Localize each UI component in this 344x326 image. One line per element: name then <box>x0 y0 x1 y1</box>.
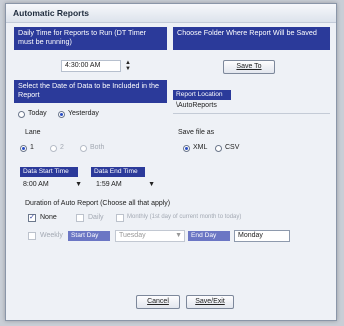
today-label: Today <box>28 110 47 117</box>
yesterday-label: Yesterday <box>68 110 99 117</box>
date-select-header: Select the Date of Data to be Included i… <box>14 80 167 103</box>
daily-checkbox[interactable] <box>76 214 84 222</box>
csv-label: CSV <box>225 144 240 151</box>
weekly-checkbox[interactable] <box>28 232 36 240</box>
start-day-dropdown-icon[interactable]: ▼ <box>175 231 182 241</box>
save-file-label: Save file as <box>178 129 215 136</box>
end-time-tag: Data End Time <box>91 167 145 177</box>
start-time-select[interactable]: 8:00 AM ▼ <box>20 180 84 192</box>
xml-radio[interactable] <box>183 145 190 152</box>
report-location-value: \AutoReports <box>176 102 217 109</box>
start-time-dropdown-icon[interactable]: ▼ <box>75 180 82 190</box>
lane-1-radio[interactable] <box>20 145 27 152</box>
start-day-value: Tuesday <box>119 232 146 239</box>
lane-2-label: 2 <box>60 144 64 151</box>
automatic-reports-window: Automatic Reports Daily Time for Reports… <box>5 3 337 321</box>
end-time-select[interactable]: 1:59 AM ▼ <box>93 180 157 192</box>
end-day-field[interactable]: Monday <box>234 230 290 242</box>
report-location-tag: Report Location <box>173 90 231 100</box>
end-day-value: Monday <box>238 232 263 239</box>
save-to-label: Save To <box>236 63 262 70</box>
daily-time-value: 4:30:00 AM <box>65 62 101 69</box>
end-day-tag: End Day <box>188 231 230 241</box>
time-spinner[interactable]: ▲ ▼ <box>125 60 131 72</box>
folder-header: Choose Folder Where Report Will be Saved <box>173 27 330 50</box>
save-exit-label: Save/Exit <box>195 298 225 305</box>
start-time-tag: Data Start Time <box>20 167 78 177</box>
window-title: Automatic Reports <box>6 4 336 23</box>
daily-label: Daily <box>88 214 104 221</box>
start-time-value: 8:00 AM <box>23 181 49 188</box>
daily-time-header: Daily Time for Reports to Run (DT Timer … <box>14 27 167 50</box>
lane-both-label: Both <box>90 144 105 151</box>
monthly-label: Monthly (1st day of current month to tod… <box>127 214 242 220</box>
lane-both-radio[interactable] <box>80 145 87 152</box>
start-day-select[interactable]: Tuesday ▼ <box>115 230 185 242</box>
daily-time-input[interactable]: 4:30:00 AM <box>61 60 121 72</box>
monthly-checkbox[interactable] <box>116 214 124 222</box>
cancel-button[interactable]: Cancel <box>136 295 180 309</box>
csv-radio[interactable] <box>215 145 222 152</box>
none-label: None <box>40 214 57 221</box>
save-to-button[interactable]: Save To <box>223 60 275 74</box>
check-icon: ✓ <box>29 214 35 221</box>
lane-2-radio[interactable] <box>50 145 57 152</box>
report-location-field[interactable]: \AutoReports <box>173 101 330 114</box>
lane-label: Lane <box>25 129 41 136</box>
start-day-tag: Start Day <box>68 231 110 241</box>
none-checkbox[interactable]: ✓ <box>28 214 36 222</box>
xml-label: XML <box>193 144 208 151</box>
weekly-label: Weekly <box>40 232 63 239</box>
yesterday-radio[interactable] <box>58 111 65 118</box>
cancel-label: Cancel <box>147 298 169 305</box>
duration-label: Duration of Auto Report (Choose all that… <box>25 200 171 207</box>
today-radio[interactable] <box>18 111 25 118</box>
end-time-dropdown-icon[interactable]: ▼ <box>148 180 155 190</box>
spin-down-icon[interactable]: ▼ <box>125 66 131 72</box>
save-exit-button[interactable]: Save/Exit <box>186 295 234 309</box>
end-time-value: 1:59 AM <box>96 181 122 188</box>
lane-1-label: 1 <box>30 144 34 151</box>
